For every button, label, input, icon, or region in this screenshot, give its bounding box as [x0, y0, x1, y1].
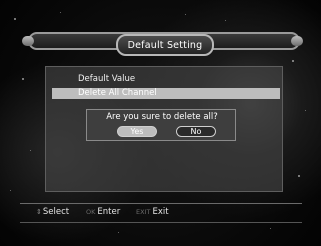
title-tab: Default Setting: [116, 34, 214, 56]
star: [14, 18, 16, 20]
exit-key-icon: EXIT: [136, 208, 151, 216]
hint-enter-label: Enter: [97, 207, 121, 217]
hint-exit-label: Exit: [152, 207, 169, 217]
star: [298, 175, 300, 177]
no-button[interactable]: No: [176, 126, 216, 137]
star: [225, 20, 226, 21]
menu-item-default-value[interactable]: Default Value: [52, 74, 280, 85]
footer-divider: [20, 203, 302, 204]
star: [10, 190, 11, 191]
star: [305, 110, 306, 111]
hint-select: ⇕ Select: [36, 207, 69, 217]
header-frame-cap-left: [22, 36, 34, 46]
footer-divider-bottom: [20, 222, 302, 223]
star: [60, 12, 61, 13]
up-down-arrow-icon: ⇕: [36, 208, 42, 216]
star: [22, 78, 24, 80]
confirm-dialog: Are you sure to delete all? Yes No: [86, 109, 236, 141]
hint-select-label: Select: [42, 207, 70, 217]
menu-item-delete-all-channel[interactable]: Delete All Channel: [52, 88, 280, 99]
page-title: Default Setting: [127, 39, 203, 51]
star: [118, 232, 119, 233]
menu-item-label: Default Value: [78, 74, 136, 84]
hint-enter: OK Enter: [86, 207, 120, 217]
tv-screen: Default Setting Default Value Delete All…: [0, 0, 321, 246]
dialog-message: Are you sure to delete all?: [106, 112, 218, 122]
star: [185, 14, 186, 15]
ok-key-icon: OK: [86, 208, 96, 216]
menu-item-label: Delete All Channel: [78, 88, 157, 98]
star: [270, 228, 271, 229]
yes-button[interactable]: Yes: [117, 126, 157, 137]
hint-exit: EXIT Exit: [136, 207, 169, 217]
header-frame-cap-right: [291, 36, 303, 46]
star: [292, 60, 294, 62]
star: [30, 150, 31, 151]
